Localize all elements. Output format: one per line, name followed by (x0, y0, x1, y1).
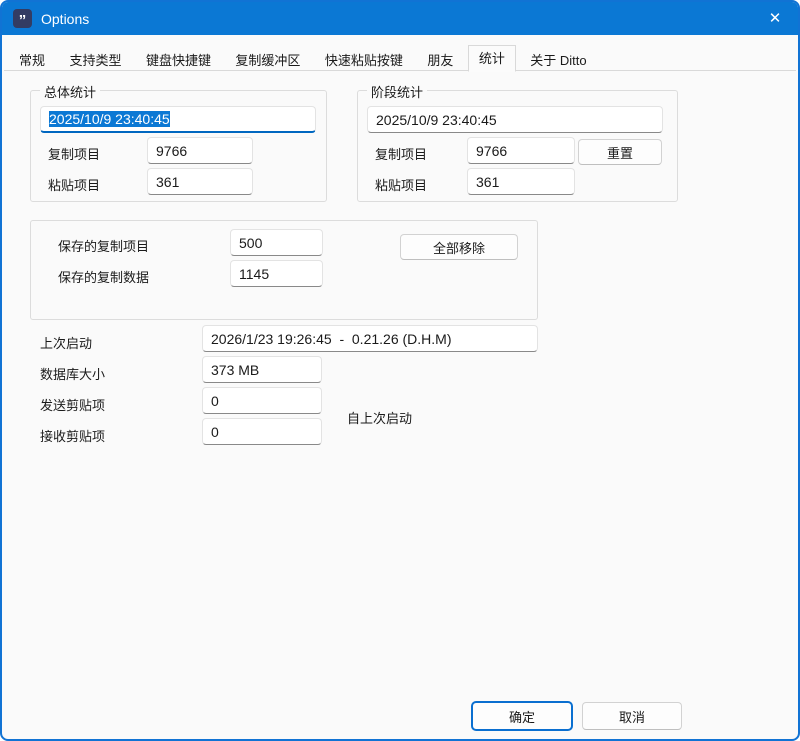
stage-paste-items-label: 粘贴项目 (375, 175, 427, 194)
clips-received-input[interactable] (202, 418, 322, 445)
titlebar[interactable]: ” Options ✕ (2, 2, 798, 35)
overall-start-date-selected-text: 2025/10/9 23:40:45 (49, 111, 170, 127)
clips-received-label: 接收剪贴项 (40, 426, 105, 445)
options-dialog: ” Options ✕ 常规 支持类型 键盘快捷键 复制缓冲区 快速粘贴按键 朋… (0, 0, 800, 741)
close-icon[interactable]: ✕ (752, 2, 798, 35)
tab-general[interactable]: 常规 (9, 50, 55, 72)
saved-copy-items-input[interactable] (230, 229, 323, 256)
window-title: Options (41, 11, 89, 27)
last-start-label: 上次启动 (40, 333, 92, 352)
stage-copy-items-input[interactable] (467, 137, 575, 164)
saved-copy-data-label: 保存的复制数据 (58, 267, 149, 286)
overall-copy-items-input[interactable] (147, 137, 253, 164)
tab-copy-buffers[interactable]: 复制缓冲区 (225, 50, 310, 72)
tab-keyboard-shortcuts[interactable]: 键盘快捷键 (136, 50, 221, 72)
stage-copy-items-label: 复制项目 (375, 144, 427, 163)
tab-about-ditto[interactable]: 关于 Ditto (520, 50, 596, 72)
db-size-label: 数据库大小 (40, 364, 105, 383)
overall-paste-items-label: 粘贴项目 (48, 175, 100, 194)
tab-stats[interactable]: 统计 (468, 45, 516, 72)
overall-paste-items-input[interactable] (147, 168, 253, 195)
saved-copy-data-input[interactable] (230, 260, 323, 287)
stage-paste-items-input[interactable] (467, 168, 575, 195)
tab-strip: 常规 支持类型 键盘快捷键 复制缓冲区 快速粘贴按键 朋友 统计 关于 Ditt… (4, 45, 796, 71)
tab-supported-types[interactable]: 支持类型 (59, 50, 131, 72)
clips-sent-label: 发送剪贴项 (40, 395, 105, 414)
overall-copy-items-label: 复制项目 (48, 144, 100, 163)
clips-sent-input[interactable] (202, 387, 322, 414)
cancel-button[interactable]: 取消 (582, 702, 682, 730)
overall-stats-group-title: 总体统计 (40, 82, 100, 101)
saved-copy-items-label: 保存的复制项目 (58, 236, 149, 255)
ditto-app-icon: ” (13, 9, 32, 28)
tab-quick-paste-keys[interactable]: 快速粘贴按键 (315, 50, 413, 72)
last-start-input[interactable] (202, 325, 538, 352)
remove-all-button[interactable]: 全部移除 (400, 234, 518, 260)
stage-start-date-input[interactable] (367, 106, 663, 133)
tab-friends[interactable]: 朋友 (417, 50, 463, 72)
db-size-input[interactable] (202, 356, 322, 383)
ok-button[interactable]: 确定 (472, 702, 572, 730)
overall-start-date-input[interactable]: 2025/10/9 23:40:45 (40, 106, 316, 133)
since-last-start-label: 自上次启动 (347, 408, 412, 427)
reset-button[interactable]: 重置 (578, 139, 662, 165)
stage-stats-group-title: 阶段统计 (367, 82, 427, 101)
